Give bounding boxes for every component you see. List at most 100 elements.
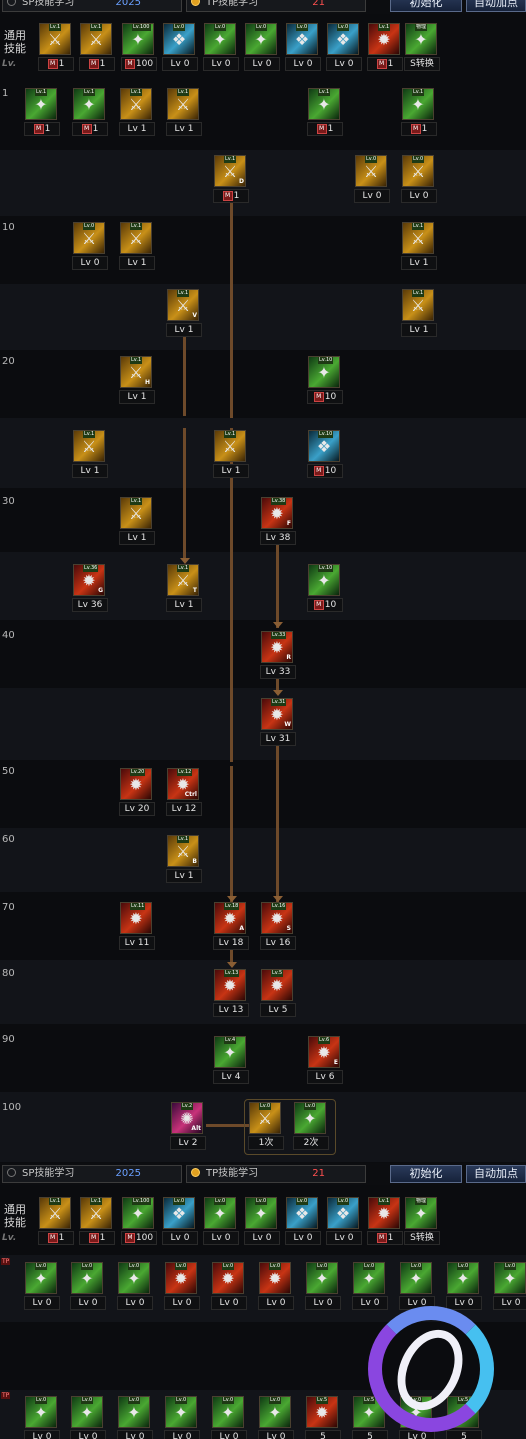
strike-icon[interactable]: ⚔ Lv.1	[120, 88, 152, 120]
general-skill-6[interactable]: ✦ Lv.0 Lv 0	[244, 1197, 280, 1245]
top_tabs-reset-button[interactable]: 初始化	[390, 0, 462, 12]
vine-tp-icon[interactable]: ✦ Lv.0	[259, 1396, 291, 1428]
spin-icon[interactable]: ✦ Lv.1	[308, 88, 340, 120]
kick-tp-icon[interactable]: ✦ Lv.0	[447, 1262, 479, 1294]
target-icon[interactable]: ✦ Lv.0	[204, 23, 236, 55]
skill-25-3[interactable]: ❖ Lv.10 M 10	[307, 430, 343, 478]
skill-5-2[interactable]: ⚔ Lv.0 Lv 0	[354, 155, 390, 203]
tp-row_2-skill-1[interactable]: ✦ Lv.0 Lv 0	[24, 1396, 60, 1439]
leaf-icon[interactable]: ✦ Lv.1	[402, 88, 434, 120]
blade-icon[interactable]: ⚔ Lv.1	[73, 430, 105, 462]
general-skill-2[interactable]: ⚔ Lv.1 M 1	[79, 1197, 115, 1245]
skill-5-1[interactable]: ⚔ Lv.1 D M 1	[213, 155, 249, 203]
bottom_tabs-reset-button[interactable]: 初始化	[390, 1165, 462, 1183]
cyclone-icon[interactable]: ✹ Lv.18 A	[214, 902, 246, 934]
top_tabs-sp-radio-icon[interactable]	[7, 0, 16, 6]
eye-icon[interactable]: ❖ Lv.0	[286, 1197, 318, 1229]
claw-icon[interactable]: ✦ Lv.10	[308, 356, 340, 388]
pierce-icon[interactable]: ⚔ Lv.0	[73, 222, 105, 254]
thrust-icon[interactable]: ⚔ Lv.1	[214, 430, 246, 462]
general-skill-3[interactable]: ✦ Lv.100 M 100	[121, 23, 157, 71]
swing-icon[interactable]: ⚔ Lv.1	[167, 88, 199, 120]
armor-icon[interactable]: ❖ Lv.0	[327, 23, 359, 55]
swing-tp-icon[interactable]: ✦ Lv.0	[118, 1262, 150, 1294]
skill-45-1[interactable]: ✹ Lv.31 W Lv 31	[260, 698, 296, 746]
skill-90-2[interactable]: ✹ Lv.6 E Lv 6	[307, 1036, 343, 1084]
kick-icon[interactable]: ⚔ Lv.1 H	[120, 356, 152, 388]
tp-row_2-skill-6[interactable]: ✦ Lv.0 Lv 0	[258, 1396, 294, 1439]
skill-90-1[interactable]: ✦ Lv.4 Lv 4	[213, 1036, 249, 1084]
arc-tp-icon[interactable]: ✦ Lv.0	[306, 1262, 338, 1294]
wings-icon[interactable]: ❖ Lv.0	[163, 23, 195, 55]
arc-icon[interactable]: ⚔ Lv.1	[402, 222, 434, 254]
top_tabs-tp-tab[interactable]: TP技能学习 21	[186, 0, 366, 12]
tp-row_1-skill-1[interactable]: ✦ Lv.0 Lv 0	[24, 1262, 60, 1310]
pierce-tp-icon[interactable]: ✹ Lv.0	[259, 1262, 291, 1294]
skill-15-2[interactable]: ⚔ Lv.1 Lv 1	[401, 289, 437, 337]
slash-tp-icon[interactable]: ✦ Lv.0	[71, 1262, 103, 1294]
star-tp-icon[interactable]: ✦ Lv.0	[212, 1396, 244, 1428]
skill-20-1[interactable]: ⚔ Lv.1 H Lv 1	[119, 356, 155, 404]
rage-icon[interactable]: ✹ Lv.20	[120, 768, 152, 800]
skill-1-6[interactable]: ✦ Lv.1 M 1	[401, 88, 437, 136]
skill-10-1[interactable]: ⚔ Lv.0 Lv 0	[72, 222, 108, 270]
skill-1-2[interactable]: ✦ Lv.1 M 1	[72, 88, 108, 136]
skill-5-3[interactable]: ⚔ Lv.0 Lv 0	[401, 155, 437, 203]
general-skill-3[interactable]: ✦ Lv.100 M 100	[121, 1197, 157, 1245]
general-skill-7[interactable]: ❖ Lv.0 Lv 0	[285, 1197, 321, 1245]
fang-icon[interactable]: ✹ Lv.33 R	[261, 631, 293, 663]
skill-15-1[interactable]: ⚔ Lv.1 V Lv 1	[166, 289, 202, 337]
skill-70-2[interactable]: ✹ Lv.18 A Lv 18	[213, 902, 249, 950]
skill-35-3[interactable]: ✦ Lv.10 M 10	[307, 564, 343, 612]
claw-tp-icon[interactable]: ✦ Lv.0	[494, 1262, 526, 1294]
general-skill-7[interactable]: ❖ Lv.0 Lv 0	[285, 23, 321, 71]
wave-icon[interactable]: ⚔ Lv.1	[120, 497, 152, 529]
skill-80-2[interactable]: ✹ Lv.5 Lv 5	[260, 969, 296, 1017]
eye-icon[interactable]: ❖ Lv.0	[286, 23, 318, 55]
wings-icon[interactable]: ❖ Lv.0	[163, 1197, 195, 1229]
armor-icon[interactable]: ❖ Lv.0	[327, 1197, 359, 1229]
top_tabs-tp-radio-icon[interactable]	[191, 0, 200, 6]
tp-row_1-skill-6[interactable]: ✹ Lv.0 Lv 0	[258, 1262, 294, 1310]
general-skill-1[interactable]: ⚔ Lv.1 M 1	[38, 1197, 74, 1245]
general-skill-4[interactable]: ❖ Lv.0 Lv 0	[162, 1197, 198, 1245]
awakening-icon[interactable]: ✺ Lv.2 Alt	[171, 1102, 203, 1134]
skill-25-1[interactable]: ⚔ Lv.1 Lv 1	[72, 430, 108, 478]
wind-icon[interactable]: ✦ Lv.100	[122, 23, 154, 55]
hammer-icon[interactable]: ✹ Lv.16 S	[261, 902, 293, 934]
tp-row_2-skill-5[interactable]: ✦ Lv.0 Lv 0	[211, 1396, 247, 1439]
tp-row_1-skill-4[interactable]: ✹ Lv.0 Lv 0	[164, 1262, 200, 1310]
general-skill-5[interactable]: ✦ Lv.0 Lv 0	[203, 1197, 239, 1245]
dash-tp-icon[interactable]: ✦ Lv.0	[25, 1262, 57, 1294]
tp-row_2-skill-2[interactable]: ✦ Lv.0 Lv 0	[70, 1396, 106, 1439]
general-skill-8[interactable]: ❖ Lv.0 Lv 0	[326, 1197, 362, 1245]
storm-icon[interactable]: ✹ Lv.31 W	[261, 698, 293, 730]
fang-tp-icon[interactable]: ✹ Lv.5	[306, 1396, 338, 1428]
skill-40-1[interactable]: ✹ Lv.33 R Lv 33	[260, 631, 296, 679]
general-skill-5[interactable]: ✦ Lv.0 Lv 0	[203, 23, 239, 71]
shield-grid-icon[interactable]: ✦ Lv.1	[25, 88, 57, 120]
tp-row_1-skill-5[interactable]: ✹ Lv.0 Lv 0	[211, 1262, 247, 1310]
shield-tp-icon[interactable]: ✹ Lv.0	[165, 1262, 197, 1294]
general-skill-6[interactable]: ✦ Lv.0 Lv 0	[244, 23, 280, 71]
convert-icon[interactable]: ✦ 物理	[405, 1197, 437, 1229]
bottom_tabs-sp-tab[interactable]: SP技能学习 2025	[2, 1165, 182, 1183]
tp-row_1-skill-7[interactable]: ✦ Lv.0 Lv 0	[305, 1262, 341, 1310]
general-skill-9[interactable]: ✹ Lv.1 M 1	[367, 23, 403, 71]
meteor-icon[interactable]: ✹ Lv.36 G	[73, 564, 105, 596]
wave-tp-icon[interactable]: ✦ Lv.0	[118, 1396, 150, 1428]
inferno-icon[interactable]: ✹ Lv.6 E	[308, 1036, 340, 1068]
general-skill-2[interactable]: ⚔ Lv.1 M 1	[79, 23, 115, 71]
target-icon[interactable]: ✦ Lv.0	[204, 1197, 236, 1229]
double-slash-icon[interactable]: ⚔ Lv.1	[120, 222, 152, 254]
meteor-tp-icon[interactable]: ✦ Lv.0	[165, 1396, 197, 1428]
tp-row_1-skill-3[interactable]: ✦ Lv.0 Lv 0	[117, 1262, 153, 1310]
vine-icon[interactable]: ✦ Lv.10	[308, 564, 340, 596]
aura-icon[interactable]: ❖ Lv.10	[308, 430, 340, 462]
general-skill-1[interactable]: ⚔ Lv.1 M 1	[38, 23, 74, 71]
flurry-icon[interactable]: ✹ Lv.12 Ctrl	[167, 768, 199, 800]
scroll-icon[interactable]: ⚔ Lv.1	[39, 23, 71, 55]
cross-shield-icon[interactable]: ⚔ Lv.0	[402, 155, 434, 187]
skill-70-1[interactable]: ✹ Lv.11 Lv 11	[119, 902, 155, 950]
skill-10-2[interactable]: ⚔ Lv.1 Lv 1	[119, 222, 155, 270]
